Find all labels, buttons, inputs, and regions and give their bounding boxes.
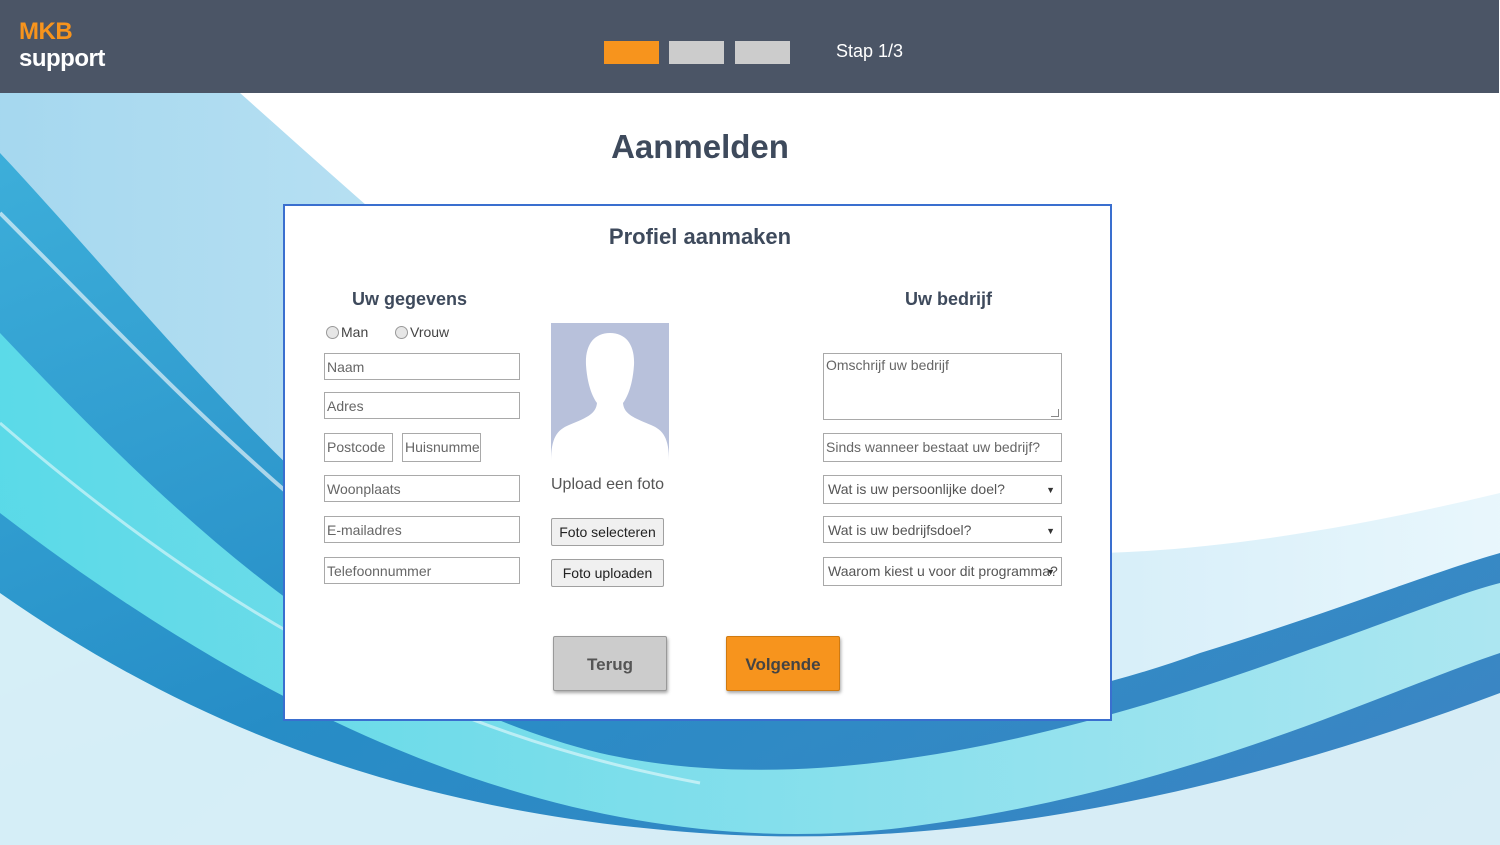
email-field[interactable]: E-mailadres [324, 516, 520, 543]
radio-label-man: Man [341, 324, 369, 340]
logo[interactable]: MKB support [19, 18, 105, 72]
company-description-placeholder: Omschrijf uw bedrijf [826, 357, 949, 373]
person-silhouette-icon [551, 333, 669, 461]
avatar-placeholder [551, 323, 669, 461]
dropdown-arrow-icon: ▼ [1046, 567, 1055, 577]
logo-line-1: MKB [19, 18, 73, 45]
step-indicator: Stap 1/3 [836, 41, 904, 61]
upload-photo-label: Upload een foto [551, 476, 664, 493]
top-bar: MKB support Stap 1/3 [0, 0, 1499, 93]
section-title-company: Uw bedrijf [905, 289, 993, 309]
personal-goal-value: Wat is uw persoonlijke doel? [828, 481, 1005, 497]
progress-step-1 [604, 41, 659, 64]
dropdown-arrow-icon: ▼ [1046, 485, 1055, 495]
dropdown-arrow-icon: ▼ [1046, 526, 1055, 536]
page-title: Aanmelden [611, 128, 789, 165]
progress-step-3 [735, 41, 790, 64]
name-field[interactable]: Naam [324, 353, 520, 380]
radio-icon [326, 325, 339, 339]
upload-photo-button[interactable]: Foto uploaden [551, 559, 664, 587]
section-title-personal: Uw gegevens [352, 289, 468, 309]
personal-goal-select[interactable]: Wat is uw persoonlijke doel? ▼ [823, 475, 1062, 504]
logo-line-2: support [19, 45, 105, 72]
form-title: Profiel aanmaken [608, 224, 792, 249]
city-field[interactable]: Woonplaats [324, 475, 520, 502]
postcode-field[interactable]: Postcode [324, 433, 393, 462]
company-goal-value: Wat is uw bedrijfsdoel? [828, 522, 972, 538]
why-program-value: Waarom kiest u voor dit programma? [828, 563, 1058, 579]
company-since-field[interactable]: Sinds wanneer bestaat uw bedrijf? [823, 433, 1062, 462]
progress-step-2 [669, 41, 724, 64]
radio-icon [395, 325, 408, 339]
registration-form: Profiel aanmaken Uw gegevens Man Vrouw N… [283, 204, 1112, 721]
gender-radio-man[interactable]: Man [326, 324, 368, 340]
phone-field[interactable]: Telefoonnummer [324, 557, 520, 584]
next-button[interactable]: Volgende [726, 636, 840, 691]
gender-radio-vrouw[interactable]: Vrouw [395, 324, 449, 340]
house-number-field[interactable]: Huisnummer [402, 433, 481, 462]
back-button[interactable]: Terug [553, 636, 667, 691]
select-photo-button[interactable]: Foto selecteren [551, 518, 664, 546]
resize-handle-icon[interactable] [1051, 409, 1059, 417]
company-description-textarea[interactable]: Omschrijf uw bedrijf [823, 353, 1062, 420]
radio-label-vrouw: Vrouw [410, 324, 450, 340]
address-field[interactable]: Adres [324, 392, 520, 419]
company-goal-select[interactable]: Wat is uw bedrijfsdoel? ▼ [823, 516, 1062, 543]
why-program-select[interactable]: Waarom kiest u voor dit programma? ▼ [823, 557, 1062, 586]
